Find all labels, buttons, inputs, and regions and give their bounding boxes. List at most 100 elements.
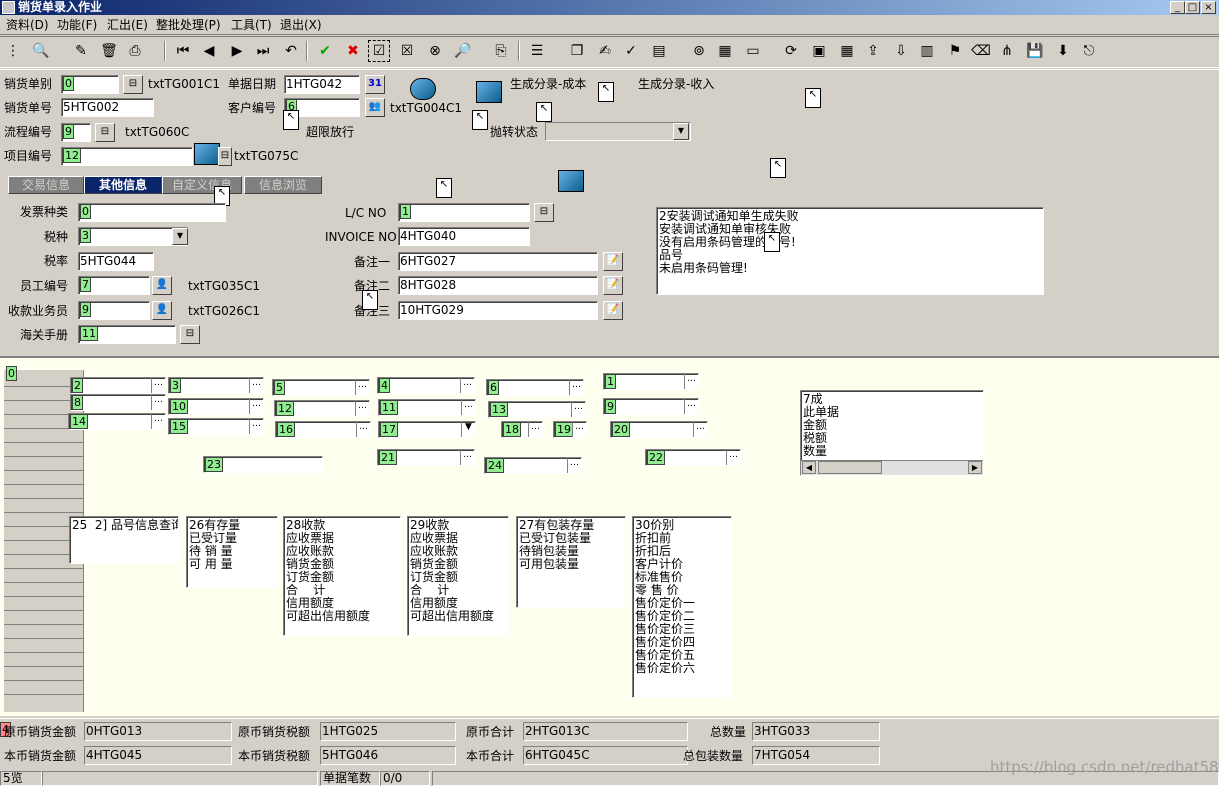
- menu-exit[interactable]: 退出(X): [280, 17, 322, 33]
- invoice-type-field[interactable]: 0: [78, 203, 226, 222]
- grid-field[interactable]: 8…: [70, 394, 166, 411]
- lc-lookup-button[interactable]: ⊟: [534, 203, 554, 222]
- import-icon[interactable]: ⇩: [890, 40, 912, 62]
- link-icon[interactable]: ⊚: [688, 40, 710, 62]
- tab-transaction-info[interactable]: 交易信息: [8, 176, 84, 194]
- unapprove-icon[interactable]: ☒: [396, 40, 418, 62]
- gen-cost-entry-label[interactable]: 生成分录-成本: [510, 75, 586, 93]
- customer-lookup-button[interactable]: 👥: [365, 98, 385, 117]
- tax-rate-field[interactable]: 5HTG044: [78, 252, 154, 271]
- employee-lookup-icon[interactable]: 👤: [152, 276, 172, 295]
- grid-field[interactable]: 20…: [610, 421, 708, 438]
- minimize-button[interactable]: _: [1170, 1, 1185, 14]
- last-record-icon[interactable]: ⏭: [252, 40, 274, 62]
- confirm-icon[interactable]: ✔: [314, 40, 336, 62]
- void-icon[interactable]: ⊗: [424, 40, 446, 62]
- image-icon[interactable]: [558, 170, 584, 192]
- local-amount-field[interactable]: 4HTG045: [84, 746, 232, 765]
- gen-income-entry-label[interactable]: 生成分录-收入: [638, 75, 714, 93]
- collector-lookup-icon[interactable]: 👤: [152, 301, 172, 320]
- maximize-button[interactable]: □: [1185, 1, 1200, 14]
- grid-field[interactable]: 19…: [553, 421, 587, 438]
- note-icon[interactable]: ✍: [594, 40, 616, 62]
- project-lookup-button[interactable]: ⊟: [218, 147, 232, 166]
- grid-field[interactable]: 4…: [377, 377, 475, 394]
- scroll-left-icon[interactable]: ◀: [802, 461, 816, 474]
- grid-field[interactable]: 12…: [274, 400, 370, 417]
- employee-no-field[interactable]: 7: [78, 276, 150, 295]
- grid-field[interactable]: 6…: [486, 379, 584, 396]
- export-icon[interactable]: ⇪: [862, 40, 884, 62]
- invoice-no-field[interactable]: 4HTG040: [398, 227, 530, 246]
- item-info-query-list[interactable]: 25 2] 品号信息查询: [69, 516, 179, 564]
- transfer-status-select[interactable]: [545, 122, 691, 141]
- chevron-down-icon[interactable]: ▼: [172, 228, 188, 245]
- cost-entry-icon[interactable]: [476, 81, 502, 103]
- grid-field[interactable]: 9…: [603, 398, 699, 415]
- overlimit-release-label[interactable]: 超限放行: [306, 123, 354, 141]
- total-pkg-field[interactable]: 7HTG054: [752, 746, 880, 765]
- sales-no-field[interactable]: 5HTG002: [61, 98, 154, 117]
- orig-amount-field[interactable]: 0HTG013: [84, 722, 232, 741]
- docs-icon[interactable]: ❐: [566, 40, 588, 62]
- menu-function[interactable]: 功能(F): [57, 17, 97, 33]
- scroll-right-icon[interactable]: ▶: [968, 461, 982, 474]
- flow-no-field[interactable]: 9: [61, 123, 91, 142]
- calendar-button[interactable]: 31: [365, 75, 385, 94]
- note2-edit-icon[interactable]: 📝: [603, 276, 623, 295]
- copy-icon[interactable]: ⎘: [490, 40, 512, 62]
- note3-edit-icon[interactable]: 📝: [603, 301, 623, 320]
- receivable-list-2[interactable]: 29收款 应收票据 应收账款 销货金额 订货金额 合 计 信用额度 可超出信用额…: [407, 516, 509, 636]
- bin-icon[interactable]: ⌫: [970, 40, 992, 62]
- receivable-list-1[interactable]: 28收款 应收票据 应收账款 销货金额 订货金额 合 计 信用额度 可超出信用额…: [283, 516, 401, 636]
- price-type-list[interactable]: 30价别 折扣前 折扣后 客户计价 标准售价 零 售 价 售价定价一 售价定价二…: [632, 516, 732, 698]
- project-image-icon[interactable]: [194, 143, 220, 165]
- grid-field[interactable]: 11…: [378, 399, 476, 416]
- edit-icon[interactable]: ✎: [70, 40, 92, 62]
- close-button[interactable]: ×: [1201, 1, 1216, 14]
- grid-field[interactable]: 23: [203, 456, 323, 473]
- save-icon[interactable]: 💾: [1024, 40, 1046, 62]
- messages-list[interactable]: 2安装调试通知单生成失败 安装调试通知单审核失败 没有启用条码管理的品号! 品号…: [656, 207, 1044, 295]
- preview-icon[interactable]: 🔍: [30, 40, 52, 62]
- sales-type-field[interactable]: 0: [61, 75, 119, 94]
- grid-field[interactable]: 2…: [70, 377, 166, 394]
- grid-field[interactable]: 15…: [168, 418, 264, 435]
- grid-field[interactable]: 24…: [484, 457, 582, 474]
- grid-field[interactable]: 5…: [272, 379, 370, 396]
- query-icon[interactable]: 🔎: [452, 40, 474, 62]
- sheet-icon[interactable]: ▥: [916, 40, 938, 62]
- orig-tax-field[interactable]: 1HTG025: [320, 722, 456, 741]
- grid-field[interactable]: 13…: [488, 401, 586, 418]
- local-tax-field[interactable]: 5HTG046: [320, 746, 456, 765]
- grid-field[interactable]: 1…: [603, 373, 699, 390]
- tab-other-info[interactable]: 其他信息: [84, 176, 162, 194]
- flag-icon[interactable]: ⚑: [944, 40, 966, 62]
- stock-qty-list[interactable]: 26有存量 已受订量 待 销 量 可 用 量: [186, 516, 278, 588]
- exit-icon[interactable]: ⎋: [1078, 40, 1100, 62]
- menu-export[interactable]: 汇出(E): [107, 17, 148, 33]
- tab-info-browse[interactable]: 信息浏览: [244, 176, 322, 194]
- approve-icon[interactable]: ☑: [368, 40, 390, 62]
- undo-icon[interactable]: ↶: [280, 40, 302, 62]
- check-icon[interactable]: ✓: [620, 40, 642, 62]
- note3-field[interactable]: 10HTG029: [398, 301, 598, 320]
- note1-field[interactable]: 6HTG027: [398, 252, 598, 271]
- note2-field[interactable]: 8HTG028: [398, 276, 598, 295]
- download-icon[interactable]: ⬇: [1052, 40, 1074, 62]
- first-record-icon[interactable]: ⏮: [172, 40, 194, 62]
- next-record-icon[interactable]: ▶: [226, 40, 248, 62]
- calendar-icon[interactable]: ▦: [714, 40, 736, 62]
- scroll-thumb[interactable]: [818, 461, 882, 474]
- flow-lookup-button[interactable]: ⊟: [95, 123, 115, 142]
- customs-field[interactable]: 11: [78, 325, 176, 344]
- note1-edit-icon[interactable]: 📝: [603, 252, 623, 271]
- sales-type-lookup-button[interactable]: ⊟: [123, 75, 143, 94]
- project-no-field[interactable]: 12: [61, 147, 193, 166]
- window-icon[interactable]: ▭: [742, 40, 764, 62]
- customs-lookup-button[interactable]: ⊟: [180, 325, 200, 344]
- total-qty-field[interactable]: 3HTG033: [752, 722, 880, 741]
- grid-icon[interactable]: ▦: [836, 40, 858, 62]
- grid-field[interactable]: 3…: [168, 377, 264, 394]
- grid-field[interactable]: 10…: [168, 398, 264, 415]
